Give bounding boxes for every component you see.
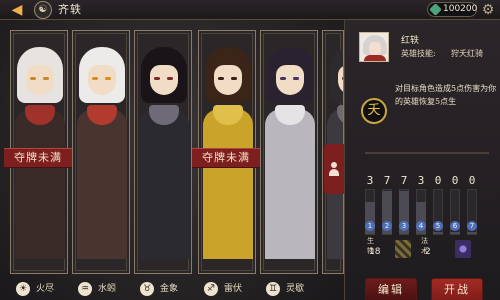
cost-label: 5: [433, 221, 443, 231]
character-eye: [218, 77, 224, 80]
skill-name: 狩夭红骑: [451, 49, 483, 58]
hero-select-tab[interactable]: [324, 144, 344, 194]
card-name-label: ♒ 水蚓: [72, 282, 132, 296]
back-button[interactable]: ◀: [4, 2, 30, 18]
cost-label: 6: [450, 221, 460, 231]
element-icon: ☀: [16, 282, 30, 296]
cost-count: 7: [383, 174, 391, 187]
edit-button[interactable]: 编辑: [365, 278, 417, 300]
character-eye: [30, 77, 36, 80]
character-eye: [231, 77, 237, 80]
divider: [365, 152, 489, 154]
character-body: [203, 109, 253, 259]
jade-gem-icon: [429, 3, 442, 16]
character-eye: [167, 77, 173, 80]
cost-label: 2: [382, 221, 392, 231]
card-list: 夺牌未满 ☀ 火尽 ♒ 水蚓 ♉ 金象 夺牌未满 ♐ 雷伏 ♊ 灵歇: [0, 20, 344, 300]
currency-display[interactable]: 100200: [427, 2, 477, 17]
card-name-label: ♊ 灵歇: [260, 282, 320, 296]
gear-icon[interactable]: ⚙: [480, 2, 496, 18]
hero-portrait[interactable]: [359, 32, 389, 62]
card-count-tag: 夺牌未满: [192, 148, 262, 168]
character-eye: [280, 77, 286, 80]
card-name-label: ♉ 金象: [134, 282, 194, 296]
card-name: 雷伏: [224, 284, 243, 294]
character-eye: [293, 77, 299, 80]
card-name-label: ☀ 火尽: [10, 282, 70, 296]
cost-bar: [467, 232, 477, 234]
character-face: [88, 65, 116, 95]
element-icon: ♒: [78, 282, 92, 296]
emblem-icon: ☯: [34, 1, 52, 19]
cost-digit-row: 3773000: [365, 174, 485, 188]
cost-count: 3: [366, 174, 374, 187]
character-card[interactable]: [72, 30, 130, 274]
cost-bar: [433, 232, 443, 234]
character-body: [77, 109, 127, 259]
card-name: 水蚓: [98, 284, 117, 294]
cost-count: 7: [400, 174, 408, 187]
cost-label: 4: [416, 221, 426, 231]
person-icon: [329, 162, 339, 176]
skill-description: 对目标角色造成5点伤害为你的英雄恢复5点生: [395, 84, 497, 106]
character-face: [214, 65, 242, 95]
character-face: [26, 65, 54, 95]
card-name: 灵歇: [286, 284, 305, 294]
cost-count: 0: [468, 174, 476, 187]
card-name-label: ♐ 雷伏: [198, 282, 258, 296]
start-battle-button[interactable]: 开战: [431, 278, 483, 300]
character-eye: [92, 77, 98, 80]
spell-icon: [455, 240, 471, 258]
character-card[interactable]: [260, 30, 318, 274]
element-icon: ♉: [140, 282, 154, 296]
cost-label: 3: [399, 221, 409, 231]
character-face: [150, 65, 178, 95]
element-icon: ♐: [204, 282, 218, 296]
character-body: [15, 109, 65, 259]
creature-count: 18: [369, 247, 381, 257]
hero-panel: 红轶 英雄技能: 狩夭红骑 夭 对目标角色造成5点伤害为你的英雄恢复5点生 37…: [344, 20, 500, 300]
hero-name: 红轶: [401, 36, 420, 46]
cost-count: 0: [434, 174, 442, 187]
hero-skill-icon[interactable]: 夭: [361, 98, 387, 124]
card-name: 金象: [160, 284, 179, 294]
cost-label: 7: [467, 221, 477, 231]
cost-count: 3: [417, 174, 425, 187]
character-eye: [154, 77, 160, 80]
page-title: 齐轶: [58, 3, 82, 16]
creature-icon: [395, 240, 411, 258]
skill-label: 英雄技能:: [401, 49, 436, 58]
element-icon: ♊: [266, 282, 280, 296]
currency-value: 100200: [443, 4, 478, 14]
cost-label: 1: [365, 221, 375, 231]
character-body: [265, 109, 315, 259]
character-card[interactable]: [134, 30, 192, 274]
character-eye: [105, 77, 111, 80]
character-body: [139, 109, 189, 259]
card-name: 火尽: [36, 284, 55, 294]
cost-count: 0: [451, 174, 459, 187]
character-eye: [43, 77, 49, 80]
top-bar: ◀ ☯ 齐轶 100200 ⚙: [0, 0, 500, 20]
cost-bar: [450, 232, 460, 234]
card-count-tag: 夺牌未满: [4, 148, 74, 168]
spell-count: 2: [425, 247, 431, 257]
character-face: [276, 65, 304, 95]
